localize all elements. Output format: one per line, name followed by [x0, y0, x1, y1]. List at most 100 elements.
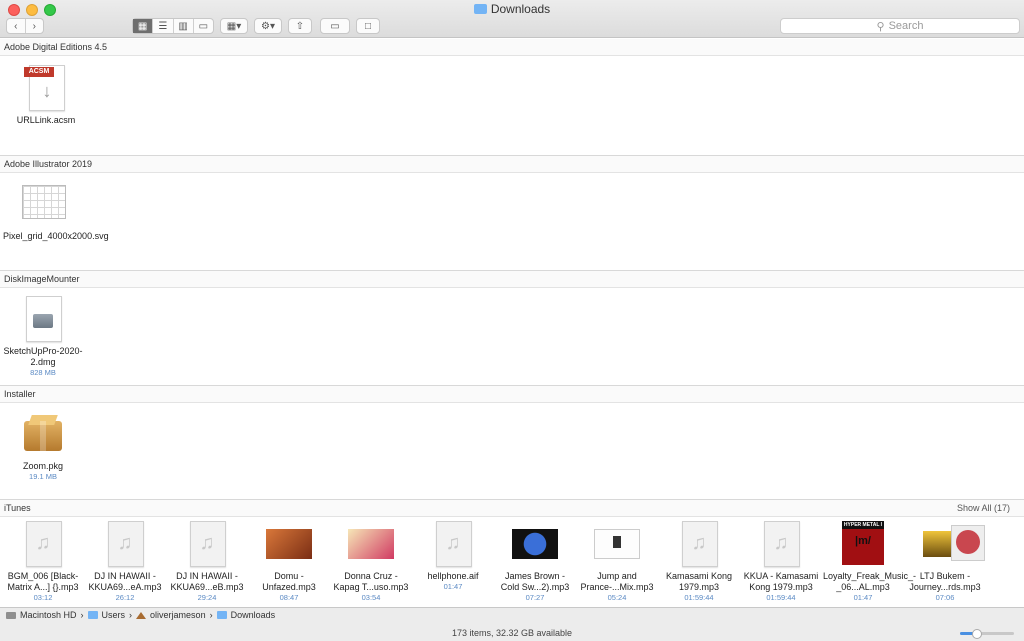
file-item[interactable]: HYPER METAL I |m/ Loyalty_Freak_Music_-_…: [823, 521, 916, 602]
folder-icon: [473, 4, 487, 14]
album-art-thumbnail: [905, 521, 985, 567]
group-by-button[interactable]: ▦▾: [220, 18, 248, 34]
track-duration: 08:47: [279, 593, 299, 602]
file-size: 19.1 MB: [29, 472, 57, 481]
file-item[interactable]: Donna Cruz - Kapag T...uso.mp3 03:54: [331, 521, 411, 602]
file-name: SketchUpPro-2020-2.dmg: [3, 346, 83, 367]
file-name: DJ IN HAWAII - KKUA69...eB.mp3: [170, 571, 244, 592]
chevron-right-icon: ›: [80, 610, 84, 620]
file-item[interactable]: Pixel_grid_4000x2000.svg: [3, 181, 109, 242]
file-name: LTJ Bukem - Journey...rds.mp3: [909, 571, 981, 592]
gear-icon: ⚙▾: [261, 20, 275, 32]
trash-button[interactable]: □: [356, 18, 380, 34]
gallery-view-button[interactable]: ▭: [194, 19, 213, 33]
file-item[interactable]: Zoom.pkg 19.1 MB: [3, 411, 83, 481]
gallery-icon: ▭: [198, 20, 209, 32]
file-item[interactable]: Jump and Prance-...Mix.mp3 05:24: [577, 521, 657, 602]
folder-icon: [87, 611, 98, 619]
folder-icon: [216, 611, 227, 619]
track-duration: 01:59:44: [684, 593, 714, 602]
column-view-button[interactable]: ▥: [174, 19, 194, 33]
list-icon: ☰: [158, 20, 168, 32]
album-art-thumbnail: HYPER METAL I |m/: [840, 521, 886, 567]
section-title: DiskImageMounter: [0, 270, 1024, 288]
share-icon: ⇧: [295, 20, 305, 32]
music-note-icon: ♫: [117, 532, 133, 554]
search-placeholder: Search: [888, 20, 924, 32]
track-duration: 01:59:44: [766, 593, 796, 602]
icon-view-button[interactable]: ▦: [133, 19, 154, 33]
file-item[interactable]: ♫ KKUA - Kamasami Kong 1979.mp3 01:59:44: [741, 521, 821, 602]
path-item-macintosh-hd[interactable]: Macintosh HD: [20, 610, 77, 620]
path-bar: Macintosh HD › Users › oliverjameson › D…: [6, 610, 275, 620]
file-name: Zoom.pkg: [22, 461, 64, 471]
file-name: BGM_006 [Black-Matrix A...] {}.mp3: [7, 571, 79, 592]
file-name: Jump and Prance-...Mix.mp3: [580, 571, 654, 592]
track-duration: 03:54: [361, 593, 381, 602]
album-art-thumbnail: [348, 521, 394, 567]
file-name: Donna Cruz - Kapag T...uso.mp3: [333, 571, 409, 592]
disk-image-icon: [20, 296, 66, 342]
action-menu-button[interactable]: ⚙▾: [254, 18, 282, 34]
window-titlebar: Downloads ‹ › ▦ ☰ ▥ ▭ ▦▾ ⚙▾ ⇧ ▭ □ ⚲ Sear…: [0, 0, 1024, 38]
album-art-thumbnail: [266, 521, 312, 567]
acsm-badge: ACSM: [24, 67, 54, 77]
file-name: James Brown - Cold Sw...2).mp3: [500, 571, 570, 592]
path-item-user[interactable]: oliverjameson: [150, 610, 206, 620]
music-file-icon: ♫: [20, 521, 66, 567]
track-duration: 26:12: [115, 593, 135, 602]
back-forward-control: ‹ ›: [6, 18, 44, 34]
file-item[interactable]: ACSM ↓ URLLink.acsm: [6, 65, 86, 126]
search-field[interactable]: ⚲ Search: [780, 18, 1020, 34]
section-title: Adobe Illustrator 2019: [0, 155, 1024, 173]
file-item[interactable]: James Brown - Cold Sw...2).mp3 07:27: [495, 521, 575, 602]
section-title: Adobe Digital Editions 4.5: [0, 39, 1024, 56]
window-title: Downloads: [0, 2, 1024, 16]
file-item[interactable]: SketchUpPro-2020-2.dmg 828 MB: [3, 296, 83, 377]
status-text: 173 items, 32.32 GB available: [451, 628, 573, 638]
track-duration: 01:47: [443, 582, 463, 591]
file-item[interactable]: Domu - Unfazed.mp3 08:47: [249, 521, 329, 602]
chevron-right-icon: ›: [129, 610, 133, 620]
trash-icon: □: [364, 20, 372, 32]
section-title: Installer: [0, 385, 1024, 403]
icon-size-slider[interactable]: [960, 629, 1014, 639]
chevron-left-icon: ‹: [14, 20, 18, 32]
music-note-icon: ♫: [445, 532, 461, 554]
columns-icon: ▥: [178, 20, 188, 32]
file-name: Kamasami Kong 1979.mp3: [665, 571, 733, 592]
home-icon: [136, 611, 147, 619]
chevron-right-icon: ›: [32, 20, 36, 32]
forward-button[interactable]: ›: [26, 19, 44, 33]
app-section: Adobe Illustrator 2019 Pixel_grid_4000x2…: [0, 155, 1024, 270]
track-duration: 03:12: [33, 593, 53, 602]
section-title: iTunes Show All (17): [0, 499, 1024, 517]
path-item-users[interactable]: Users: [102, 610, 126, 620]
grid-icon: ▦: [137, 20, 148, 32]
status-bar: Macintosh HD › Users › oliverjameson › D…: [0, 607, 1024, 641]
file-item[interactable]: LTJ Bukem - Journey...rds.mp3 07:06: [905, 521, 985, 602]
file-item[interactable]: ♫ DJ IN HAWAII - KKUA69...eB.mp3 29:24: [167, 521, 247, 602]
app-section: DiskImageMounter SketchUpPro-2020-2.dmg …: [0, 270, 1024, 385]
file-name: hellphone.aif: [427, 571, 479, 581]
file-size: 828 MB: [30, 368, 56, 377]
tags-button[interactable]: ▭: [320, 18, 350, 34]
app-section: Adobe Digital Editions 4.5 ACSM ↓ URLLin…: [0, 39, 1024, 155]
file-item[interactable]: ♫ Kamasami Kong 1979.mp3 01:59:44: [659, 521, 739, 602]
document-icon: ACSM ↓: [23, 65, 69, 111]
path-item-downloads[interactable]: Downloads: [231, 610, 276, 620]
list-view-button[interactable]: ☰: [153, 19, 174, 33]
album-art-thumbnail: [512, 521, 558, 567]
track-duration: 01:47: [853, 593, 873, 602]
file-item[interactable]: ♫ hellphone.aif 01:47: [413, 521, 493, 591]
file-item[interactable]: ♫ BGM_006 [Black-Matrix A...] {}.mp3 03:…: [3, 521, 83, 602]
file-item[interactable]: ♫ DJ IN HAWAII - KKUA69...eA.mp3 26:12: [85, 521, 165, 602]
group-icon: ▦▾: [226, 20, 242, 32]
track-duration: 07:27: [525, 593, 545, 602]
file-name: Domu - Unfazed.mp3: [262, 571, 316, 592]
hard-drive-icon: [6, 611, 16, 619]
share-button[interactable]: ⇧: [288, 18, 312, 34]
track-duration: 29:24: [197, 593, 217, 602]
back-button[interactable]: ‹: [7, 19, 26, 33]
show-all-link[interactable]: Show All (17): [957, 500, 1010, 516]
